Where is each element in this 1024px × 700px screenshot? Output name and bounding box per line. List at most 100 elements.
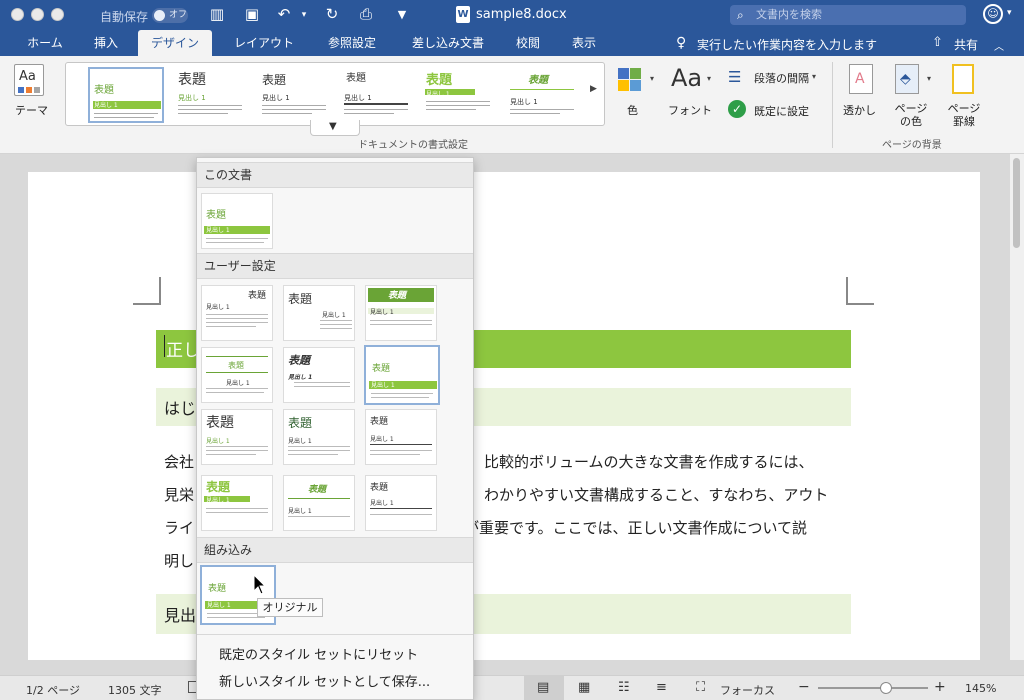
- focus-label[interactable]: フォーカス: [720, 682, 775, 698]
- user-style-thumb-1[interactable]: 表題 見出し 1: [201, 285, 273, 341]
- document-page[interactable]: 正し はじ 会社 比較的ボリュームの大きな文書を作成するには、 見栄 わかりやす…: [28, 172, 980, 660]
- redo-icon[interactable]: ↻: [322, 5, 342, 23]
- style-set-gallery: 表題 見出し 1 表題 見出し 1 表題 見出し 1 表題 見出し 1 表題 見…: [65, 62, 605, 126]
- web-layout-icon[interactable]: ▦: [578, 680, 590, 695]
- title-bar: 自動保存 オフ ▥ ▣ ↶ ▾ ↻ ⎙ ▼ W sample8.docx ⌕ 文…: [0, 0, 1024, 30]
- paragraph-spacing-label[interactable]: 段落の間隔: [754, 70, 809, 86]
- smiley-feedback-icon[interactable]: ☺: [983, 4, 1003, 24]
- zoom-level[interactable]: 145%: [965, 682, 996, 695]
- style-set-thumb-1[interactable]: 表題 見出し 1: [88, 67, 164, 123]
- user-style-thumb-6[interactable]: 表題 見出し 1: [364, 345, 440, 405]
- tell-me-input[interactable]: 実行したい作業内容を入力します: [697, 36, 877, 53]
- text-cursor: [164, 335, 165, 357]
- style-set-thumb-4[interactable]: 表題 見出し 1: [340, 67, 416, 123]
- search-input[interactable]: ⌕ 文書内を検索: [730, 5, 966, 25]
- draft-view-icon[interactable]: ≡: [656, 680, 667, 695]
- tab-insert[interactable]: 挿入: [86, 30, 126, 56]
- focus-icon[interactable]: ⛶: [696, 680, 705, 695]
- watermark-icon[interactable]: A: [849, 64, 873, 94]
- style-thumb-this-doc[interactable]: 表題 見出し 1: [201, 193, 273, 249]
- save-style-set-item[interactable]: 新しいスタイル セットとして保存...: [219, 671, 430, 690]
- crop-mark-left: [133, 277, 161, 305]
- paragraph-spacing-dropdown-icon[interactable]: ▾: [812, 72, 816, 81]
- style-set-thumb-2[interactable]: 表題 見出し 1: [174, 67, 250, 123]
- page-color-label: ページの色: [894, 102, 928, 128]
- tab-references[interactable]: 参照設定: [316, 30, 388, 56]
- fonts-icon[interactable]: Aa: [671, 64, 702, 92]
- lightbulb-icon: ♀: [676, 35, 687, 51]
- tab-design[interactable]: デザイン: [138, 30, 212, 56]
- user-style-thumb-4[interactable]: 表題 見出し 1: [201, 347, 273, 403]
- page-color-dropdown-icon[interactable]: ▾: [927, 74, 931, 83]
- section-user-defined: ユーザー設定: [197, 253, 473, 279]
- zoom-in-icon[interactable]: +: [934, 679, 946, 695]
- user-style-thumb-2[interactable]: 表題 見出し 1: [283, 285, 355, 341]
- scrollbar-thumb[interactable]: [1013, 158, 1020, 248]
- body-line-3-left: ライ: [164, 519, 195, 537]
- section-this-document: この文書: [197, 162, 473, 188]
- save-icon[interactable]: ▣: [242, 5, 262, 23]
- expand-arrow-icon: ▼: [329, 121, 337, 132]
- fonts-dropdown-icon[interactable]: ▾: [707, 74, 711, 83]
- style-set-thumb-5[interactable]: 表題 見出し 1: [422, 67, 498, 123]
- reset-style-set-item[interactable]: 既定のスタイル セットにリセット: [219, 644, 418, 663]
- outline-view-icon[interactable]: ☷: [618, 680, 630, 695]
- tab-view[interactable]: 表示: [562, 30, 606, 56]
- close-window-button[interactable]: [11, 8, 24, 21]
- gallery-group-label: ドキュメントの書式設定: [358, 140, 468, 151]
- tab-review[interactable]: 校閲: [506, 30, 550, 56]
- user-style-thumb-5[interactable]: 表題 見出し 1: [283, 347, 355, 403]
- undo-dropdown-icon[interactable]: ▾: [294, 10, 314, 20]
- print-layout-icon: ▤: [537, 680, 550, 695]
- colors-dropdown-icon[interactable]: ▾: [650, 74, 654, 83]
- user-style-thumb-7[interactable]: 表題 見出し 1: [201, 409, 273, 465]
- minimize-window-button[interactable]: [31, 8, 44, 21]
- user-style-thumb-3[interactable]: 表題 見出し 1: [365, 285, 437, 341]
- feedback-dropdown-icon[interactable]: ▾: [1007, 8, 1012, 18]
- share-button[interactable]: 共有: [954, 36, 978, 53]
- body-line-1-left: 会社: [164, 453, 195, 471]
- body-line-3-right: が重要です。ここでは、正しい文書作成について説: [464, 519, 808, 537]
- collapse-ribbon-icon[interactable]: ︿: [994, 38, 1004, 53]
- heading3-text: 見出: [164, 606, 197, 625]
- ribbon-divider: [832, 62, 833, 148]
- gallery-expand-button[interactable]: ▼: [310, 120, 360, 136]
- tooltip: オリジナル: [257, 598, 323, 617]
- word-doc-icon: W: [456, 6, 470, 23]
- print-icon[interactable]: ⎙: [356, 5, 376, 23]
- user-style-thumb-11[interactable]: 表題 見出し 1: [283, 475, 355, 531]
- theme-icon[interactable]: Aa: [14, 64, 44, 96]
- search-icon: ⌕: [737, 8, 744, 22]
- tab-mailings[interactable]: 差し込み文書: [402, 30, 494, 56]
- style-set-thumb-3[interactable]: 表題 見出し 1: [258, 67, 334, 123]
- page-border-icon[interactable]: [952, 64, 974, 94]
- zoom-out-icon[interactable]: −: [798, 679, 810, 695]
- undo-icon[interactable]: ↶: [274, 5, 294, 23]
- autosave-toggle[interactable]: オフ: [152, 8, 188, 23]
- word-count[interactable]: 1305 文字: [108, 682, 162, 698]
- zoom-slider-track[interactable]: [818, 687, 928, 689]
- tab-home[interactable]: ホーム: [14, 30, 76, 56]
- gallery-right-icon[interactable]: ▶: [590, 84, 597, 94]
- page-color-icon[interactable]: ⬘: [895, 64, 919, 94]
- tab-layout[interactable]: レイアウト: [226, 30, 302, 56]
- customize-toolbar-icon[interactable]: ▼: [392, 8, 412, 21]
- autosave-label: 自動保存: [100, 10, 149, 24]
- user-style-thumb-9[interactable]: 表題 見出し 1: [365, 409, 437, 465]
- user-style-thumb-10[interactable]: 表題 見出し 1: [201, 475, 273, 531]
- share-icon: ⇧: [932, 35, 943, 50]
- page-count[interactable]: 1/2 ページ: [26, 682, 80, 698]
- zoom-window-button[interactable]: [51, 8, 64, 21]
- sidebar-icon[interactable]: ▥: [207, 5, 227, 23]
- style-set-thumb-6[interactable]: 表題 見出し 1: [506, 67, 582, 123]
- user-style-thumb-8[interactable]: 表題 見出し 1: [283, 409, 355, 465]
- user-style-thumb-12[interactable]: 表題 見出し 1: [365, 475, 437, 531]
- colors-icon[interactable]: [618, 68, 642, 92]
- print-layout-view-button[interactable]: ▤: [524, 676, 564, 700]
- set-default-button[interactable]: 既定に設定: [754, 103, 809, 119]
- ribbon-design: Aa テーマ ◀ 表題 見出し 1 表題 見出し 1 表題 見出し 1: [0, 56, 1024, 154]
- body-line-1-right: 比較的ボリュームの大きな文書を作成するには、: [484, 453, 814, 471]
- paragraph-spacing-icon[interactable]: ☰: [728, 68, 741, 86]
- zoom-slider-thumb[interactable]: [880, 682, 893, 694]
- body-line-2-right: わかりやすい文書構成すること、すなわち、アウト: [484, 486, 829, 504]
